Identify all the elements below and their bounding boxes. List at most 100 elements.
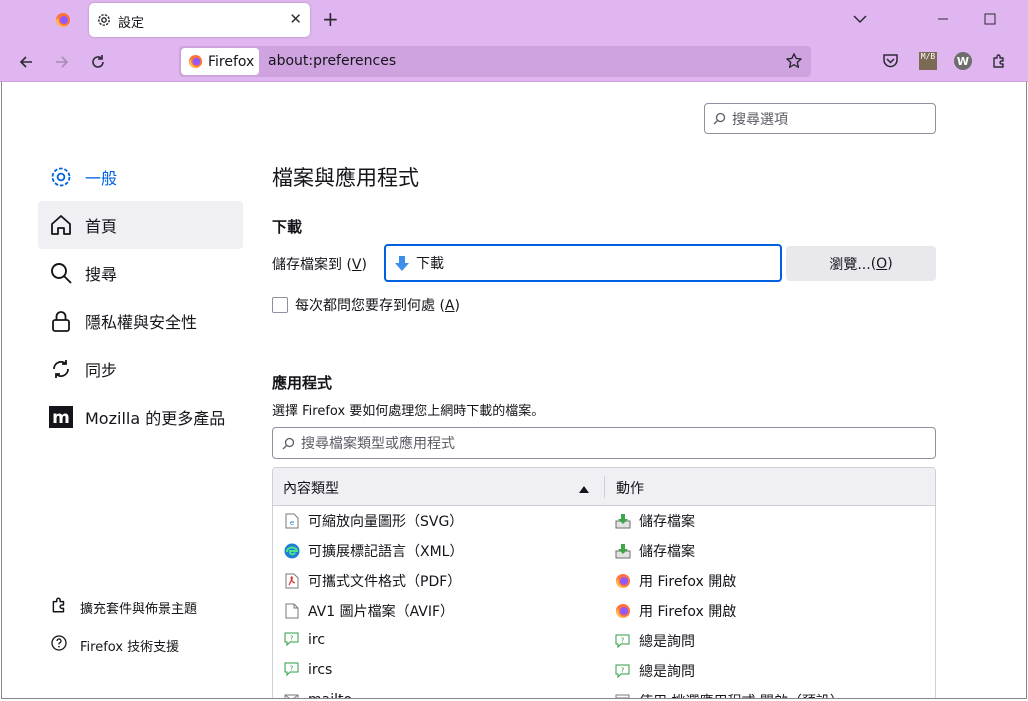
search-icon [48, 260, 74, 286]
column-header-type[interactable]: 內容類型 [283, 478, 339, 498]
download-folder-field[interactable]: 下載 [384, 244, 782, 282]
action-label: 用 Firefox 開啟 [639, 604, 737, 620]
save-file-icon [614, 543, 631, 560]
firefox-icon [188, 54, 203, 69]
url-text[interactable]: about:preferences [268, 53, 396, 69]
tab-title: 設定 [118, 16, 145, 31]
url-bar[interactable]: Firefox about:preferences [179, 46, 811, 77]
preferences-page: 搜尋選項 一般 首頁 搜尋 隱私權與安全性 同步 m Mozilla 的更多產品… [1, 82, 1027, 699]
help-icon [50, 634, 68, 656]
svg-text:?: ? [621, 666, 625, 674]
table-row[interactable]: e 可縮放向量圖形（SVG） 儲存檔案 [273, 506, 935, 536]
download-folder-value: 下載 [416, 256, 444, 272]
minimize-button[interactable] [920, 0, 966, 38]
minimize-icon [938, 18, 948, 20]
firefox-support-label: Firefox 技術支援 [80, 639, 180, 655]
section-title: 檔案與應用程式 [272, 166, 419, 190]
applications-heading: 應用程式 [272, 374, 333, 392]
content-type-label: mailto [308, 692, 352, 699]
firefox-icon [614, 603, 631, 620]
tab-settings[interactable]: 設定 ✕ [89, 3, 310, 37]
pdf-icon [283, 573, 300, 590]
content-type-label: 可擴展標記語言（XML） [308, 544, 464, 560]
svg-text:?: ? [290, 635, 294, 643]
back-button[interactable] [14, 51, 38, 73]
extension-w-icon: W [954, 52, 972, 70]
sidebar-item-general[interactable]: 一般 [38, 153, 243, 201]
action-label: 總是詢問 [639, 634, 695, 650]
table-row[interactable]: ? ircs ? 總是詢問 [273, 656, 935, 686]
tabs-list-button[interactable] [852, 12, 868, 28]
action-label: 儲存檔案 [639, 544, 695, 560]
action-label: 總是詢問 [639, 664, 695, 680]
table-row[interactable]: 可擴展標記語言（XML） 儲存檔案 [273, 536, 935, 566]
browse-button[interactable]: 瀏覽... (O) [786, 246, 936, 281]
column-header-action[interactable]: 動作 [616, 478, 644, 498]
svg-text:e: e [289, 519, 293, 527]
content-type-label: ircs [308, 661, 333, 678]
puzzle-icon [50, 596, 68, 618]
sidebar-item-privacy[interactable]: 隱私權與安全性 [38, 297, 243, 345]
gear-icon [96, 12, 112, 32]
sidebar-item-label: Mozilla 的更多產品 [85, 409, 226, 428]
search-options-placeholder: 搜尋選項 [732, 111, 788, 128]
identity-box[interactable]: Firefox [181, 48, 259, 75]
filter-apps-input[interactable]: 搜尋檔案類型或應用程式 [272, 427, 936, 459]
pocket-button[interactable] [879, 50, 901, 72]
sidebar-item-label: 一般 [85, 169, 118, 188]
identity-label: Firefox [208, 53, 255, 70]
search-icon [713, 112, 726, 125]
extension-mb-icon: M/B [919, 52, 937, 70]
action-label: 使用 挑選應用程式 開啟（預設） [639, 691, 844, 698]
extensions-button[interactable] [988, 50, 1010, 72]
content-type-label: AV1 圖片檔案（AVIF） [308, 604, 455, 620]
search-options-input[interactable]: 搜尋選項 [704, 103, 936, 134]
forward-button[interactable] [50, 51, 74, 73]
maximize-icon [984, 13, 996, 25]
sort-ascending-icon [579, 481, 589, 497]
svg-text:?: ? [290, 665, 294, 673]
new-tab-button[interactable]: + [322, 9, 339, 29]
extensions-themes-label: 擴充套件與佈景主題 [80, 601, 198, 617]
home-icon [48, 212, 74, 238]
table-row[interactable]: AV1 圖片檔案（AVIF） 用 Firefox 開啟 [273, 596, 935, 626]
table-row[interactable]: 可攜式文件格式（PDF） 用 Firefox 開啟 [273, 566, 935, 596]
extension-w-button[interactable]: W [952, 50, 974, 72]
sync-icon [48, 356, 74, 382]
sidebar-item-search[interactable]: 搜尋 [38, 249, 243, 297]
chat-icon: ? [283, 661, 300, 678]
table-row[interactable]: ? irc ? 總是詢問 [273, 626, 935, 656]
sidebar-item-sync[interactable]: 同步 [38, 345, 243, 393]
pinned-tab-firefox[interactable] [50, 8, 76, 32]
filter-apps-placeholder: 搜尋檔案類型或應用程式 [301, 436, 455, 452]
table-row[interactable]: mailto 使用 挑選應用程式 開啟（預設） [273, 686, 935, 699]
mozilla-icon: m [48, 404, 74, 430]
downloads-heading: 下載 [272, 218, 303, 236]
save-files-label: 儲存檔案到 (V) [272, 257, 367, 273]
download-arrow-icon [395, 255, 409, 271]
sidebar-item-home[interactable]: 首頁 [38, 201, 243, 249]
sidebar-item-mozilla-products[interactable]: m Mozilla 的更多產品 [38, 393, 243, 441]
svg-text:?: ? [621, 636, 625, 644]
action-label: 儲存檔案 [639, 514, 695, 530]
sidebar-item-label: 同步 [85, 361, 118, 380]
firefox-support-link[interactable]: Firefox 技術支援 [50, 634, 179, 656]
always-ask-checkbox[interactable] [272, 297, 288, 313]
mail-icon [283, 691, 300, 698]
extension-mb-button[interactable]: M/B [917, 50, 939, 72]
edge-icon [283, 543, 300, 560]
navigation-toolbar: Firefox about:preferences M/B W [0, 41, 1028, 82]
content-type-label: 可縮放向量圖形（SVG） [308, 514, 464, 530]
reload-button[interactable] [86, 51, 110, 73]
column-divider[interactable] [604, 476, 605, 498]
action-label: 用 Firefox 開啟 [639, 574, 737, 590]
bookmark-star-icon[interactable] [785, 52, 803, 74]
content-type-label: 可攜式文件格式（PDF） [308, 574, 462, 590]
extensions-themes-link[interactable]: 擴充套件與佈景主題 [50, 596, 197, 618]
table-header: 內容類型 動作 [273, 468, 935, 506]
close-tab-icon[interactable]: ✕ [289, 10, 302, 28]
back-arrow-icon [19, 56, 32, 68]
reload-icon [92, 55, 104, 68]
always-ask-checkbox-row[interactable]: 每次都問您要存到何處 (A) [272, 295, 460, 315]
maximize-button[interactable] [967, 0, 1013, 38]
